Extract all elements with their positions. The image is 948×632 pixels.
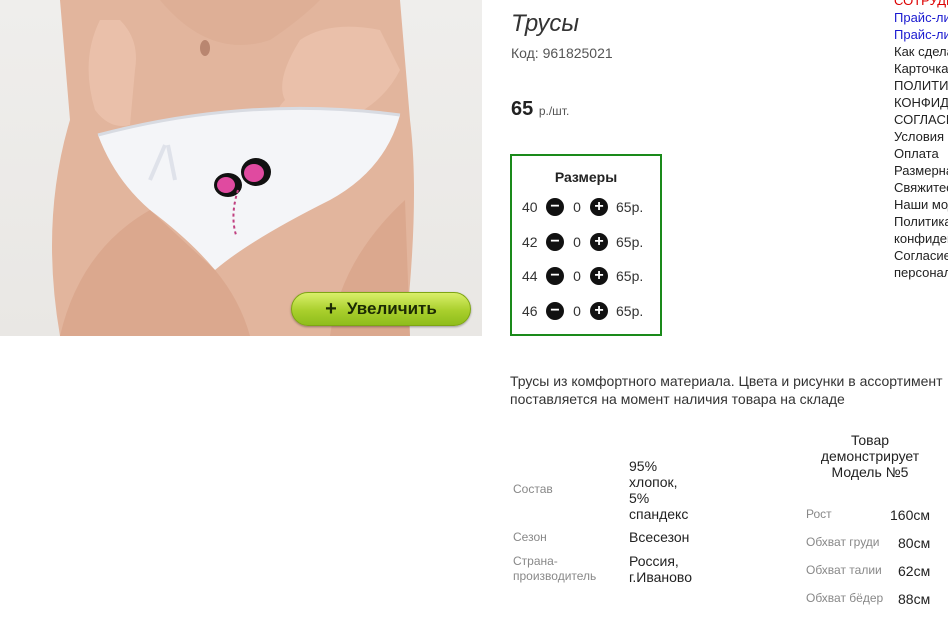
size-price: 65р. bbox=[616, 303, 644, 319]
size-row: 42 − 0 + 65р. bbox=[522, 232, 643, 252]
model-title-line: Товар bbox=[850, 432, 890, 448]
composition-line: 5% bbox=[629, 490, 650, 506]
model-waist-label: Обхват талии bbox=[806, 563, 882, 577]
quantity-value: 0 bbox=[573, 199, 581, 215]
sidebar-link-cooperation[interactable]: СОТРУДНИЧЕСТВО bbox=[894, 0, 948, 9]
composition-line: спандекс bbox=[629, 506, 689, 522]
composition-line: 95% bbox=[629, 458, 658, 474]
plus-icon[interactable]: + bbox=[590, 302, 608, 320]
zoom-button[interactable]: + Увеличить bbox=[291, 292, 471, 326]
size-label: 40 bbox=[522, 199, 538, 215]
model-title: Товар демонстрирует Модель №5 bbox=[812, 432, 928, 480]
minus-icon[interactable]: − bbox=[546, 233, 564, 251]
minus-icon[interactable]: − bbox=[546, 267, 564, 285]
sidebar-link-contact[interactable]: Свяжитесь bbox=[894, 179, 948, 196]
plus-icon[interactable]: + bbox=[590, 198, 608, 216]
product-photo[interactable] bbox=[0, 0, 482, 336]
zoom-label: Увеличить bbox=[346, 299, 437, 318]
size-label: 44 bbox=[522, 268, 538, 284]
size-row: 44 − 0 + 65р. bbox=[522, 266, 643, 286]
product-price: 65 р./шт. bbox=[511, 98, 569, 121]
sidebar-link-policy[interactable]: ПОЛИТИКА bbox=[894, 77, 948, 94]
sidebar-link-payment[interactable]: Оплата bbox=[894, 145, 948, 162]
model-title-line: демонстрирует bbox=[820, 448, 920, 464]
quantity-value: 0 bbox=[573, 268, 581, 284]
sizes-header: Размеры bbox=[554, 169, 618, 185]
model-waist-value: 62см bbox=[898, 563, 931, 579]
sidebar-link-size-chart[interactable]: Размерная сетка bbox=[894, 162, 948, 179]
product-image bbox=[52, 0, 414, 336]
model-bust-label: Обхват груди bbox=[806, 535, 880, 549]
country-label-line: производитель bbox=[513, 569, 597, 583]
sidebar-link-privacy[interactable]: Политика bbox=[894, 213, 948, 230]
spec-season-label: Сезон bbox=[513, 530, 547, 544]
product-code: Код: 961825021 bbox=[511, 45, 613, 61]
model-hips-label: Обхват бёдер bbox=[806, 591, 884, 605]
size-price: 65р. bbox=[616, 199, 644, 215]
size-row: 46 − 0 + 65р. bbox=[522, 301, 643, 321]
country-line: Россия, bbox=[629, 553, 679, 569]
sidebar-link-pricelist-2[interactable]: Прайс-лист bbox=[894, 26, 948, 43]
model-height-label: Рост bbox=[806, 507, 832, 521]
spec-composition-label: Состав bbox=[513, 482, 553, 496]
model-title-line: Модель №5 bbox=[831, 464, 909, 480]
sidebar-link-pricelist[interactable]: Прайс-лист bbox=[894, 9, 948, 26]
model-hips-value: 88см bbox=[898, 591, 931, 607]
quantity-value: 0 bbox=[573, 234, 581, 250]
sidebar-link-our-models[interactable]: Наши модели bbox=[894, 196, 948, 213]
sidebar-link-personal[interactable]: персональных bbox=[894, 264, 948, 281]
spec-country-value: Россия, г.Иваново bbox=[629, 553, 692, 585]
sizes-box: Размеры 40 − 0 + 65р. 42 − 0 + 65р. 44 −… bbox=[510, 154, 662, 336]
model-bust-value: 80см bbox=[898, 535, 931, 551]
sidebar-link-confidentiality[interactable]: КОНФИДЕНЦИАЛЬНОСТИ bbox=[894, 94, 948, 111]
product-title: Трусы bbox=[511, 10, 580, 37]
quantity-value: 0 bbox=[573, 303, 581, 319]
size-label: 42 bbox=[522, 234, 538, 250]
spec-season-value: Всесезон bbox=[629, 529, 690, 545]
sidebar-link-privacy-2[interactable]: конфиденциальности bbox=[894, 230, 948, 247]
sidebar-link-consent[interactable]: СОГЛАСИЕ bbox=[894, 111, 948, 128]
minus-icon[interactable]: − bbox=[546, 302, 564, 320]
plus-icon[interactable]: + bbox=[590, 267, 608, 285]
sidebar-links: СОТРУДНИЧЕСТВО Прайс-лист Прайс-лист Как… bbox=[894, 0, 948, 281]
composition-line: хлопок, bbox=[629, 474, 678, 490]
size-price: 65р. bbox=[616, 234, 644, 250]
spec-country-label: Страна- производитель bbox=[513, 554, 596, 584]
product-description: Трусы из комфортного материала. Цвета и … bbox=[510, 373, 943, 407]
size-price: 65р. bbox=[616, 268, 644, 284]
sidebar-link-terms[interactable]: Условия bbox=[894, 128, 948, 145]
sidebar-link-how-to-order[interactable]: Как сделать заказ bbox=[894, 43, 948, 60]
model-height-value: 160см bbox=[890, 507, 930, 523]
minus-icon[interactable]: − bbox=[546, 198, 564, 216]
price-unit: р./шт. bbox=[538, 104, 570, 118]
size-row: 40 − 0 + 65р. bbox=[522, 197, 643, 217]
sidebar-link-card[interactable]: Карточка bbox=[894, 60, 948, 77]
country-line: г.Иваново bbox=[629, 569, 692, 585]
size-label: 46 bbox=[522, 303, 538, 319]
spec-composition-value: 95% хлопок, 5% спандекс bbox=[629, 458, 688, 522]
plus-icon[interactable]: + bbox=[590, 233, 608, 251]
sidebar-link-agreement[interactable]: Согласие bbox=[894, 247, 948, 264]
country-label-line: Страна- bbox=[513, 554, 558, 568]
price-value: 65 bbox=[511, 98, 534, 120]
plus-icon: + bbox=[325, 297, 337, 320]
